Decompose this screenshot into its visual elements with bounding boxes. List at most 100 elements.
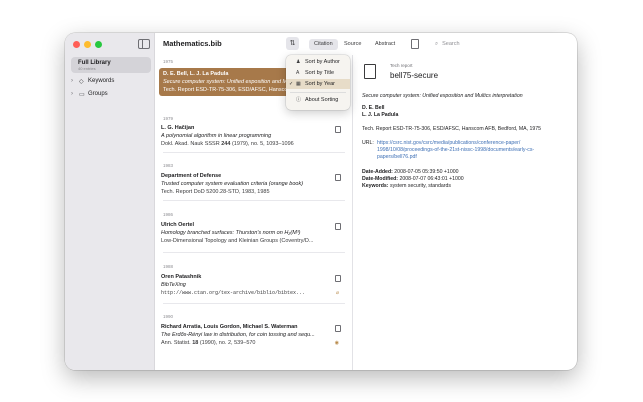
url-label: URL: bbox=[362, 140, 374, 146]
toolbar: Mathematics.bib ⇅ Citation Source Abstra… bbox=[155, 33, 577, 55]
attachment-icon[interactable]: ⌀ bbox=[336, 290, 339, 296]
year-header: 1988 bbox=[163, 264, 174, 269]
menu-item-sort-author[interactable]: ♟ Sort by Author bbox=[286, 57, 350, 67]
list-item[interactable]: Richard Arratia, Louis Gordon, Michael S… bbox=[161, 323, 347, 347]
sort-button[interactable]: ⇅ bbox=[286, 37, 299, 50]
detail-publication: Tech. Report ESD-TR-75-306, ESD/AFSC, Ha… bbox=[362, 126, 542, 132]
document-icon[interactable] bbox=[411, 39, 419, 49]
entry-publication: Dokl. Akad. Nauk SSSR 244 (1979), no. 5,… bbox=[161, 140, 337, 148]
folder-icon: ▭ bbox=[79, 91, 85, 98]
url-line: https://csrc.nist.gov/csrc/media/publica… bbox=[377, 140, 521, 146]
divider bbox=[163, 252, 345, 253]
menu-item-label: Sort by Year bbox=[305, 81, 335, 87]
tab-source[interactable]: Source bbox=[339, 39, 366, 50]
year-header: 1986 bbox=[163, 212, 174, 217]
document-icon bbox=[335, 174, 341, 181]
entry-authors: Richard Arratia, Louis Gordon, Michael S… bbox=[161, 324, 298, 330]
entry-journal: Ann. Statist. bbox=[161, 340, 193, 346]
entry-authors: L. G. Hačijan bbox=[161, 125, 195, 131]
field-value: system security, standards bbox=[389, 183, 452, 189]
url-line: papers/bell76.pdf bbox=[377, 154, 417, 160]
entry-title: Homology branched surfaces: Thurston's n… bbox=[161, 230, 301, 236]
close-button[interactable] bbox=[73, 41, 80, 48]
chevron-right-icon[interactable]: › bbox=[71, 91, 79, 97]
search-field[interactable]: ⌕ Search bbox=[433, 38, 563, 50]
sidebar-item-full-library[interactable]: Full Library 40 entries bbox=[71, 57, 151, 73]
minimize-button[interactable] bbox=[84, 41, 91, 48]
list-item[interactable]: Ulrich Oertel Homology branched surfaces… bbox=[161, 221, 347, 245]
app-window: Full Library 40 entries › ◇ Keywords › ▭… bbox=[65, 33, 577, 370]
sidebar-item-keywords[interactable]: › ◇ Keywords bbox=[71, 76, 151, 86]
entry-journal: Dokl. Akad. Nauk SSSR bbox=[161, 141, 222, 147]
field-label: Keywords: bbox=[362, 183, 389, 189]
person-icon: ♟ bbox=[296, 59, 301, 65]
info-icon: ⓘ bbox=[296, 97, 302, 103]
year-header: 1975 bbox=[163, 59, 174, 64]
field-label: Date-Modified: bbox=[362, 176, 399, 182]
tab-citation[interactable]: Citation bbox=[309, 39, 338, 50]
url-link[interactable]: https://csrc.nist.gov/csrc/media/publica… bbox=[377, 140, 572, 161]
entry-authors: Oren Patashnik bbox=[161, 274, 202, 280]
chevron-right-icon[interactable]: › bbox=[71, 78, 79, 84]
divider bbox=[163, 200, 345, 201]
sort-icon: ⇅ bbox=[289, 40, 296, 47]
list-item[interactable]: Oren Patashnik BibTeXing http://www.ctan… bbox=[161, 273, 347, 297]
menu-item-label: Sort by Title bbox=[305, 70, 335, 76]
entry-publication: Tech. Report DoD 5200.28-STD, 1983, 1985 bbox=[161, 189, 270, 195]
entry-title: The Erdős-Rényi law in distribution, for… bbox=[161, 332, 315, 338]
sort-menu: ♟ Sort by Author A Sort by Title ✓ ▦ Sort by… bbox=[286, 55, 350, 110]
entry-publication: Ann. Statist. 18 (1990), no. 2, 539–570 bbox=[161, 339, 337, 347]
sidebar-item-groups[interactable]: › ▭ Groups bbox=[71, 89, 151, 99]
list-item[interactable]: Department of Defense Trusted computer s… bbox=[161, 172, 347, 196]
entry-url: http://www.ctan.org/tex-archive/biblio/b… bbox=[161, 290, 306, 296]
search-placeholder: Search bbox=[442, 41, 460, 47]
zoom-button[interactable] bbox=[95, 41, 102, 48]
field-value: 2008-07-07 06:43:01 +1000 bbox=[399, 176, 464, 182]
entry-title: Trusted computer system evaluation crite… bbox=[161, 181, 304, 187]
citation-key: bell75-secure bbox=[390, 71, 439, 80]
date-added: Date-Added: 2008-07-05 05:39:50 +1000 bbox=[362, 169, 458, 176]
url-line: 1998/10/08/proceedings-of-the-21st-nissc… bbox=[377, 147, 535, 153]
tab-abstract[interactable]: Abstract bbox=[370, 39, 400, 50]
document-icon bbox=[335, 126, 341, 133]
menu-item-sort-year[interactable]: ✓ ▦ Sort by Year bbox=[286, 79, 350, 89]
entry-title: A polynomial algorithm in linear program… bbox=[161, 133, 272, 139]
link-icon[interactable]: ◉ bbox=[335, 340, 339, 346]
entry-authors: Ulrich Oertel bbox=[161, 222, 195, 228]
list-item[interactable]: L. G. Hačijan A polynomial algorithm in … bbox=[161, 124, 347, 148]
year-header: 1983 bbox=[163, 163, 174, 168]
document-icon bbox=[335, 325, 341, 332]
menu-separator bbox=[290, 92, 346, 93]
entry-issue: (1979), no. 5, 1093–1096 bbox=[230, 141, 294, 147]
sidebar-item-label: Groups bbox=[88, 91, 108, 97]
sidebar-item-label: Keywords bbox=[88, 78, 115, 84]
menu-item-label: Sort by Author bbox=[305, 59, 340, 65]
menu-item-label: About Sorting bbox=[305, 97, 339, 103]
tech-report-icon bbox=[364, 64, 376, 79]
entry-publication: Low-Dimensional Topology and Kleinian Gr… bbox=[161, 238, 314, 244]
year-header: 1979 bbox=[163, 116, 174, 121]
entry-title: BibTeXing bbox=[161, 282, 186, 288]
detail-title: Secure computer system: Unified expositi… bbox=[362, 93, 523, 99]
divider bbox=[163, 152, 345, 153]
detail-author: D. E. Bell bbox=[362, 105, 385, 111]
entry-issue: (1990), no. 2, 539–570 bbox=[198, 340, 256, 346]
field-label: Date-Added: bbox=[362, 169, 393, 175]
field-value: 2008-07-05 05:39:50 +1000 bbox=[394, 169, 459, 175]
keywords: Keywords: system security, standards bbox=[362, 183, 451, 190]
text-icon: A bbox=[296, 70, 300, 76]
window-title: Mathematics.bib bbox=[163, 39, 222, 48]
sidebar-toggle-icon[interactable] bbox=[138, 39, 150, 49]
entry-authors: Department of Defense bbox=[161, 173, 222, 179]
menu-item-about-sorting[interactable]: ⓘ About Sorting bbox=[286, 95, 350, 105]
menu-item-sort-title[interactable]: A Sort by Title bbox=[286, 68, 350, 78]
date-modified: Date-Modified: 2008-07-07 06:43:01 +1000 bbox=[362, 176, 464, 183]
sidebar-item-count: 40 entries bbox=[78, 65, 96, 71]
document-icon bbox=[335, 223, 341, 230]
traffic-lights bbox=[73, 41, 102, 48]
sidebar: Full Library 40 entries › ◇ Keywords › ▭… bbox=[65, 33, 155, 370]
calendar-icon: ▦ bbox=[296, 81, 301, 87]
entry-type: Tech report bbox=[390, 63, 413, 68]
divider bbox=[163, 303, 345, 304]
detail-author: L. J. La Padula bbox=[362, 112, 399, 118]
